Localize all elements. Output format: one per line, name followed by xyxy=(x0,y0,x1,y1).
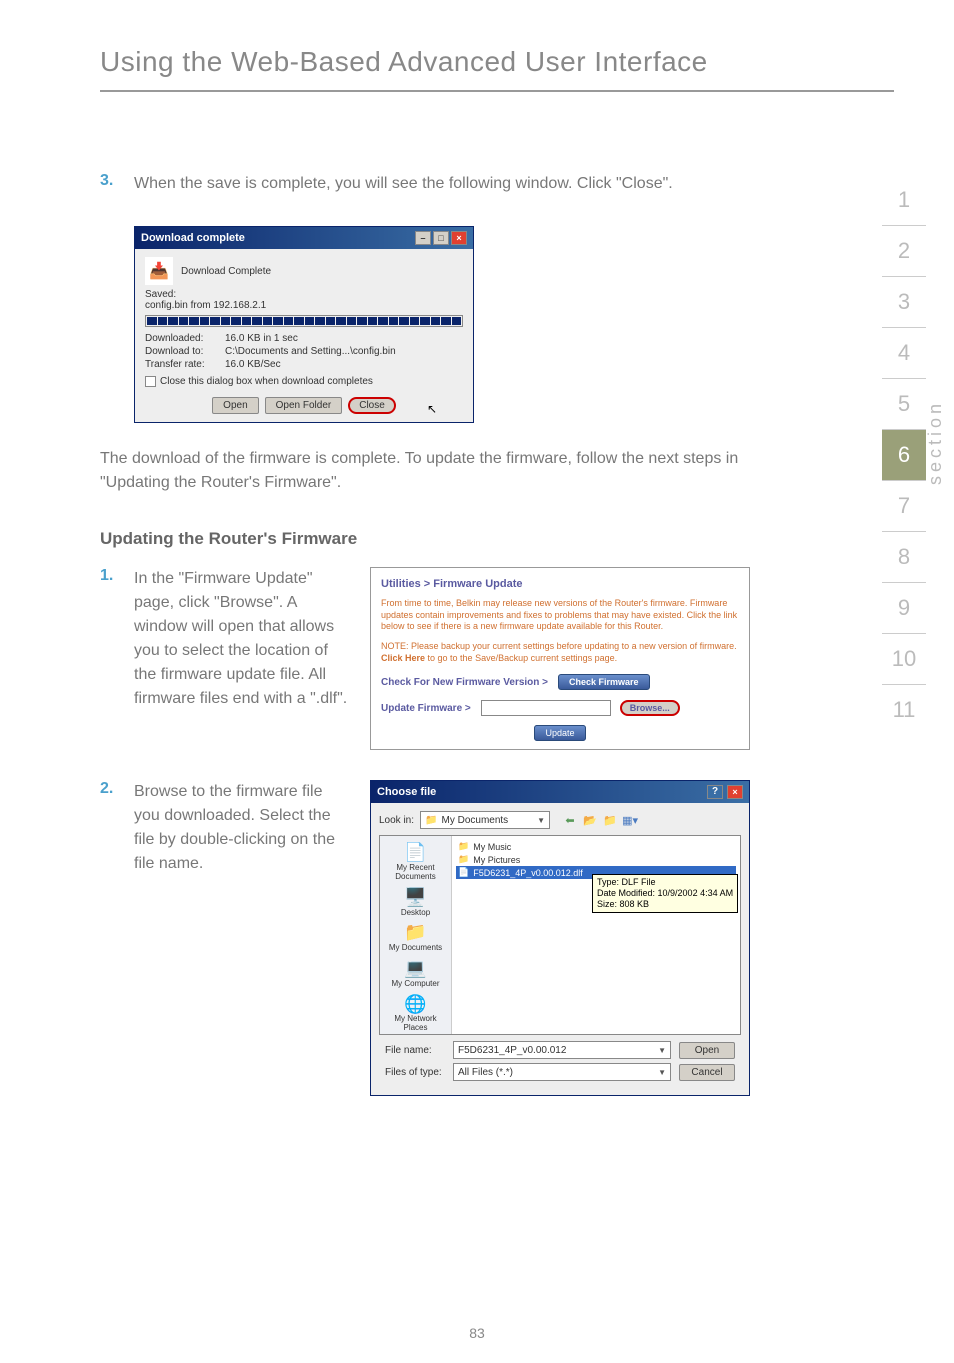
folder-icon: 📁 xyxy=(425,815,437,826)
section-label: section xyxy=(925,400,946,485)
up-folder-icon[interactable]: 📂 xyxy=(582,812,598,828)
step1-number: 1. xyxy=(100,567,134,711)
mid-paragraph: The download of the firmware is complete… xyxy=(100,447,760,495)
transfer-rate-value: 16.0 KB/Sec xyxy=(225,359,281,370)
nav-8[interactable]: 8 xyxy=(882,532,926,583)
update-firmware-label: Update Firmware > xyxy=(381,703,471,714)
filename-field[interactable]: F5D6231_4P_v0.00.012▼ xyxy=(453,1041,671,1059)
maximize-icon[interactable]: □ xyxy=(433,231,449,245)
transfer-rate-label: Transfer rate: xyxy=(145,359,225,370)
minimize-icon[interactable]: – xyxy=(415,231,431,245)
file-tooltip: Type: DLF File Date Modified: 10/9/2002 … xyxy=(592,874,738,912)
list-item[interactable]: 📁My Pictures xyxy=(456,853,736,866)
help-icon[interactable]: ? xyxy=(707,785,723,799)
lookin-dropdown[interactable]: 📁 My Documents ▼ xyxy=(420,811,550,829)
list-item[interactable]: 📁My Music xyxy=(456,840,736,853)
sidebar-mycomputer[interactable]: 💻My Computer xyxy=(380,956,451,992)
nav-5[interactable]: 5 xyxy=(882,379,926,430)
open-file-button[interactable]: Open xyxy=(679,1042,735,1059)
saved-value: config.bin from 192.168.2.1 xyxy=(145,300,463,311)
filetype-label: Files of type: xyxy=(385,1067,445,1078)
downloaded-value: 16.0 KB in 1 sec xyxy=(225,333,298,344)
check-firmware-button[interactable]: Check Firmware xyxy=(558,674,650,690)
places-sidebar: 📄My Recent Documents 🖥️Desktop 📁My Docum… xyxy=(380,836,452,1034)
saved-label: Saved: xyxy=(145,289,463,300)
nav-9[interactable]: 9 xyxy=(882,583,926,634)
step3-text: When the save is complete, you will see … xyxy=(134,172,694,196)
nav-10[interactable]: 10 xyxy=(882,634,926,685)
sidebar-desktop[interactable]: 🖥️Desktop xyxy=(380,885,451,921)
breadcrumb: Utilities > Firmware Update xyxy=(381,578,739,590)
firmware-update-panel: Utilities > Firmware Update From time to… xyxy=(370,567,750,750)
sidebar-recent[interactable]: 📄My Recent Documents xyxy=(380,840,451,884)
back-icon[interactable]: ⬅ xyxy=(562,812,578,828)
close-icon[interactable]: × xyxy=(451,231,467,245)
progress-bar xyxy=(145,315,463,327)
subheading: Updating the Router's Firmware xyxy=(100,529,894,549)
browse-button[interactable]: Browse... xyxy=(621,701,679,715)
download-to-value: C:\Documents and Setting...\config.bin xyxy=(225,346,396,357)
choose-file-titlebar: Choose file ? × xyxy=(371,781,749,803)
section-nav: 1 2 3 4 5 6 7 8 9 10 11 xyxy=(882,175,926,735)
open-button[interactable]: Open xyxy=(212,397,258,414)
fw-text2: NOTE: Please backup your current setting… xyxy=(381,641,739,664)
download-to-label: Download to: xyxy=(145,346,225,357)
step1-text: In the "Firmware Update" page, click "Br… xyxy=(134,567,350,711)
new-folder-icon[interactable]: 📁 xyxy=(602,812,618,828)
filename-label: File name: xyxy=(385,1045,445,1056)
sidebar-mydocs[interactable]: 📁My Documents xyxy=(380,920,451,956)
file-list[interactable]: 📁My Music 📁My Pictures 📄F5D6231_4P_v0.00… xyxy=(452,836,740,1034)
choose-file-dialog: Choose file ? × Look in: 📁 My Documents … xyxy=(370,780,750,1096)
nav-3[interactable]: 3 xyxy=(882,277,926,328)
dialog-titlebar: Download complete – □ × xyxy=(135,227,473,249)
view-menu-icon[interactable]: ▦▾ xyxy=(622,812,638,828)
click-here-link[interactable]: Click Here xyxy=(381,653,425,663)
step3-number: 3. xyxy=(100,172,134,196)
nav-7[interactable]: 7 xyxy=(882,481,926,532)
lookin-label: Look in: xyxy=(379,815,414,826)
download-complete-dialog: Download complete – □ × 📥 Download Compl… xyxy=(134,226,474,423)
update-button[interactable]: Update xyxy=(534,725,585,741)
choose-file-title: Choose file xyxy=(377,786,436,798)
close-when-done-label: Close this dialog box when download comp… xyxy=(160,376,373,387)
nav-11[interactable]: 11 xyxy=(882,685,926,735)
close-when-done-checkbox[interactable] xyxy=(145,376,156,387)
page-number: 83 xyxy=(469,1325,485,1341)
nav-2[interactable]: 2 xyxy=(882,226,926,277)
choose-file-close-icon[interactable]: × xyxy=(727,785,743,799)
filetype-field[interactable]: All Files (*.*)▼ xyxy=(453,1063,671,1081)
firmware-file-input[interactable] xyxy=(481,700,611,716)
download-heading: Download Complete xyxy=(181,266,271,277)
cursor-icon: ↖ xyxy=(427,402,437,416)
sidebar-network[interactable]: 🌐My Network Places xyxy=(380,992,451,1036)
nav-1[interactable]: 1 xyxy=(882,175,926,226)
nav-4[interactable]: 4 xyxy=(882,328,926,379)
downloaded-label: Downloaded: xyxy=(145,333,225,344)
download-icon: 📥 xyxy=(145,257,173,285)
open-folder-button[interactable]: Open Folder xyxy=(265,397,343,414)
step2-number: 2. xyxy=(100,780,134,876)
step2-text: Browse to the firmware file you download… xyxy=(134,780,350,876)
check-version-label: Check For New Firmware Version > xyxy=(381,677,548,688)
close-button[interactable]: Close xyxy=(348,397,396,414)
nav-6[interactable]: 6 xyxy=(882,430,926,481)
dialog-title-text: Download complete xyxy=(141,232,245,244)
cancel-button[interactable]: Cancel xyxy=(679,1064,735,1081)
fw-text1: From time to time, Belkin may release ne… xyxy=(381,598,739,633)
page-title: Using the Web-Based Advanced User Interf… xyxy=(100,46,894,92)
